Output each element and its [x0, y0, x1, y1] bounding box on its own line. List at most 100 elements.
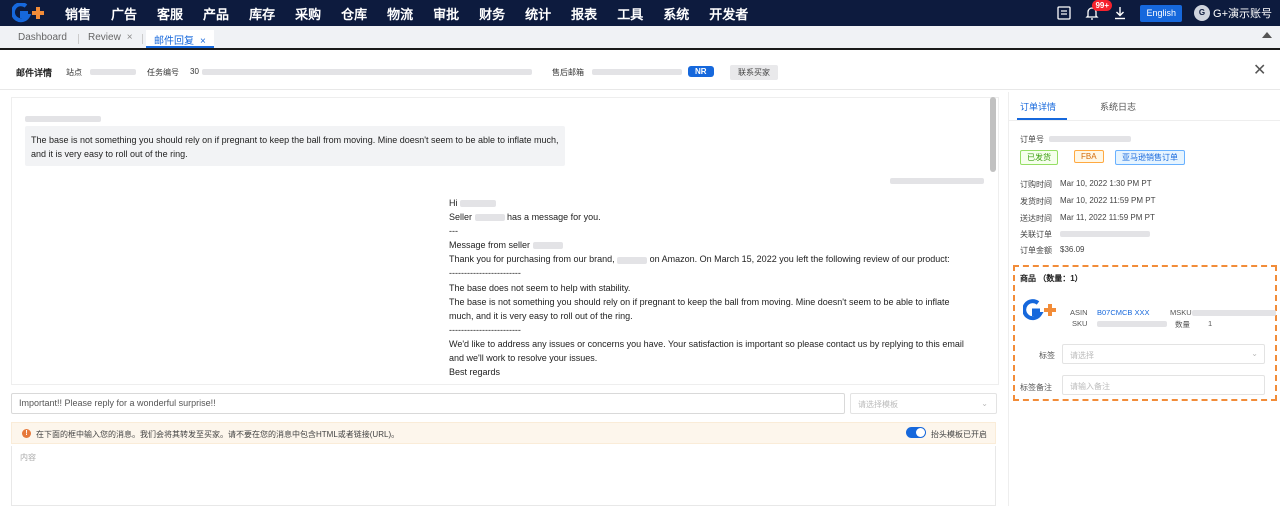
- nav-item-inventory[interactable]: 库存: [249, 4, 275, 23]
- sku-label: SKU: [1072, 319, 1088, 328]
- warning-bar: ! 在下面的框中输入您的消息。我们会将其转发至买家。请不要在您的消息中包含HTM…: [11, 422, 996, 444]
- site-label: 站点: [66, 68, 82, 77]
- notification-badge: 99+: [1092, 0, 1113, 11]
- close-icon[interactable]: ×: [200, 36, 206, 47]
- template-select[interactable]: 请选择模板 ⌄: [850, 393, 997, 414]
- para2: We'd like to address any issues or conce…: [449, 338, 964, 364]
- nav-item-warehouse[interactable]: 仓库: [341, 4, 367, 23]
- para1-a: Thank you for purchasing from our brand,: [449, 254, 615, 265]
- nav-item-finance[interactable]: 财务: [479, 4, 505, 23]
- document-list-icon[interactable]: [1056, 5, 1072, 21]
- nav-item-products[interactable]: 产品: [203, 4, 229, 23]
- close-icon[interactable]: ✕: [1253, 63, 1266, 79]
- user-name: G+演示账号: [1213, 8, 1272, 20]
- email-value: [592, 69, 682, 75]
- nav-item-developer[interactable]: 开发者: [709, 4, 748, 23]
- site-value: [90, 69, 136, 75]
- warning-icon: !: [22, 429, 31, 438]
- toggle-label: 抬头模板已开启: [931, 430, 987, 439]
- chevron-up-icon[interactable]: [1262, 32, 1272, 38]
- compose-textarea[interactable]: 内容: [11, 446, 996, 506]
- dashes: ------------------------: [449, 324, 521, 335]
- status-badge: 已发货: [1020, 150, 1058, 165]
- tab-label: 邮件回复: [154, 36, 194, 47]
- page-title: 邮件详情: [16, 68, 53, 78]
- tag-note-placeholder: 请输入备注: [1070, 382, 1110, 391]
- tab-review[interactable]: Review ×: [80, 30, 141, 48]
- divider: [1009, 120, 1280, 121]
- product-thumbnail: [1023, 299, 1056, 321]
- order-amount-label: 订单金额: [1020, 246, 1052, 255]
- products-heading: 商品 （数量：1）: [1020, 274, 1083, 283]
- warning-text: 在下面的框中输入您的消息。我们会将其转发至买家。请不要在您的消息中包含HTML或…: [36, 430, 400, 439]
- nav-item-service[interactable]: 客服: [157, 4, 183, 23]
- chevron-down-icon: ⌄: [1251, 349, 1258, 358]
- task-number-masked: [202, 69, 532, 75]
- app-logo-icon[interactable]: [12, 3, 48, 23]
- notification-bell-button[interactable]: 99+: [1084, 0, 1113, 21]
- seller-suffix: has a message for you.: [507, 212, 601, 223]
- order-time-value: Mar 10, 2022 1:30 PM PT: [1060, 179, 1152, 188]
- mail-detail-header: 邮件详情 站点 任务编号 30 售后邮箱 NR 联系买家: [0, 52, 1280, 90]
- tab-divider: [142, 34, 143, 44]
- tag-note-label: 标签备注: [1020, 383, 1052, 392]
- nav-item-logistics[interactable]: 物流: [387, 4, 413, 23]
- close-icon[interactable]: ×: [127, 32, 133, 43]
- sender-name: [25, 116, 101, 122]
- fulfillment-badge: FBA: [1074, 150, 1104, 163]
- order-no-value: [1049, 136, 1131, 142]
- header-template-toggle[interactable]: [906, 427, 926, 438]
- nav-item-system[interactable]: 系统: [663, 4, 689, 23]
- related-order-value: [1060, 231, 1150, 237]
- buyer-name: [460, 200, 497, 208]
- download-icon[interactable]: [1112, 5, 1128, 21]
- order-no-label: 订单号: [1020, 135, 1044, 144]
- review-body: The base is not something you should rel…: [449, 296, 950, 321]
- nav-item-sales[interactable]: 销售: [65, 4, 91, 23]
- tab-bar: Dashboard Review × 邮件回复 ×: [0, 26, 1280, 50]
- language-button[interactable]: English: [1140, 4, 1183, 22]
- nav-item-reports[interactable]: 报表: [571, 4, 597, 23]
- channel-badge: 亚马逊销售订单: [1115, 150, 1185, 165]
- review-title: The base does not seem to help with stab…: [449, 282, 631, 293]
- nav-item-approval[interactable]: 审批: [433, 4, 459, 23]
- tab-order-details[interactable]: 订单详情: [1020, 100, 1056, 113]
- reply-timestamp: [890, 178, 984, 184]
- nav-item-tools[interactable]: 工具: [617, 4, 643, 23]
- seller-name: [474, 214, 505, 222]
- order-time-label: 订购时间: [1020, 180, 1052, 189]
- template-placeholder: 请选择模板: [858, 400, 898, 409]
- tag-select[interactable]: 请选择 ⌄: [1062, 344, 1265, 364]
- tab-system-log[interactable]: 系统日志: [1100, 100, 1136, 113]
- ship-time-value: Mar 10, 2022 11:59 PM PT: [1060, 196, 1156, 205]
- nav-item-stats[interactable]: 统计: [525, 4, 551, 23]
- closing: Best regards: [449, 367, 501, 378]
- tab-mail-reply[interactable]: 邮件回复 ×: [146, 30, 214, 48]
- delivery-time-value: Mar 11, 2022 11:59 PM PT: [1060, 213, 1155, 222]
- dashes: ------------------------: [449, 268, 521, 279]
- scrollbar[interactable]: [990, 97, 996, 172]
- incoming-message: The base is not something you should rel…: [25, 126, 565, 166]
- product-section: 商品 （数量：1） ASIN B07CMCB XXX MSKU SKU 数量 1…: [1013, 265, 1277, 401]
- nav-item-ads[interactable]: 广告: [111, 4, 137, 23]
- tag-note-input[interactable]: 请输入备注: [1062, 375, 1265, 395]
- tab-label: Review: [88, 32, 121, 43]
- avatar: G: [1194, 5, 1211, 21]
- tab-label: Dashboard: [18, 32, 67, 43]
- task-label: 任务编号: [147, 68, 179, 77]
- nr-badge: NR: [688, 66, 714, 77]
- asin-link[interactable]: B07CMCB XXX: [1097, 308, 1150, 317]
- nav-item-purchase[interactable]: 采购: [295, 4, 321, 23]
- tab-dashboard[interactable]: Dashboard: [10, 30, 75, 48]
- contact-buyer-button[interactable]: 联系买家: [730, 65, 778, 80]
- top-nav: 销售 广告 客服 产品 库存 采购 仓库 物流 审批 财务 统计 报表 工具 系…: [0, 0, 1280, 26]
- ship-time-label: 发货时间: [1020, 197, 1052, 206]
- nav-right-tools: 99+ English G G+演示账号: [1044, 0, 1280, 26]
- seller-prefix: Seller: [449, 212, 473, 223]
- reply-subject-input[interactable]: Important!! Please reply for a wonderful…: [11, 393, 845, 414]
- qty-label: 数量: [1175, 320, 1190, 329]
- conversation-thread[interactable]: The base is not something you should rel…: [11, 97, 999, 385]
- compose-placeholder: 内容: [20, 453, 36, 462]
- user-menu[interactable]: G G+演示账号: [1194, 5, 1272, 21]
- seller-name: [532, 242, 563, 250]
